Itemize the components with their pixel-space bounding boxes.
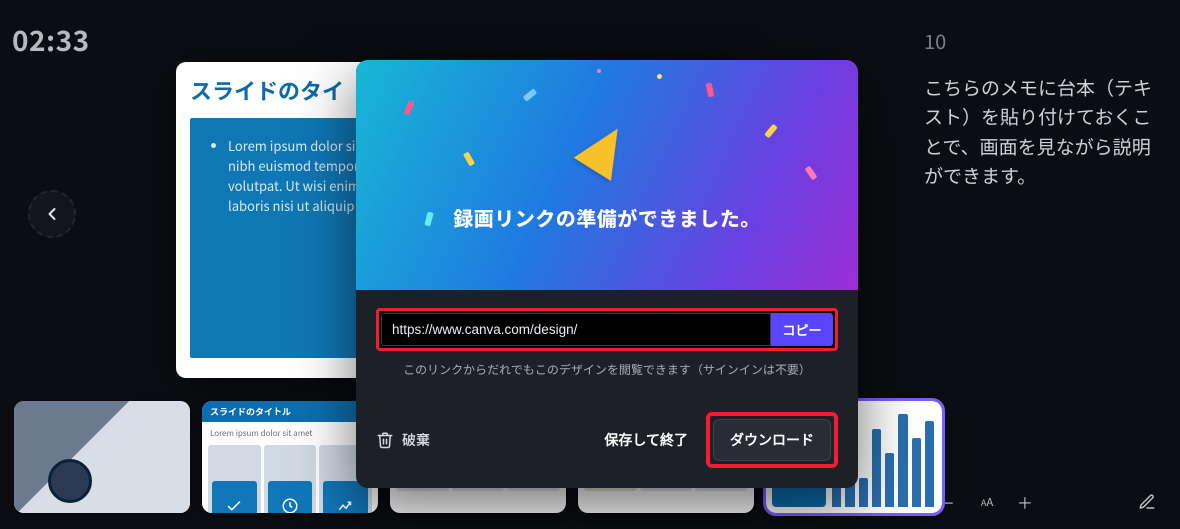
share-url-row: コピー	[376, 308, 838, 351]
thumb-title: スライドのタイトル	[202, 401, 378, 422]
notes-edit-controls	[1132, 487, 1162, 517]
font-decrease-button[interactable]: −	[934, 487, 964, 517]
slide-thumbnail[interactable]	[14, 401, 190, 513]
slide-number: 10	[924, 26, 1160, 55]
font-increase-button[interactable]: ＋	[1010, 487, 1040, 517]
download-highlight: ダウンロード	[706, 412, 838, 468]
prev-slide-button[interactable]	[28, 190, 76, 238]
speaker-notes-panel: 10 こちらのメモに台本（テキスト）を貼り付けておくことで、画面を見ながら説明が…	[924, 26, 1160, 191]
presenter-stage: 02:33 スライドのタイ Lorem ipsum dolor sit amet…	[0, 0, 1180, 529]
save-and-exit-button[interactable]: 保存して終了	[598, 420, 694, 460]
dialog-hero: 録画リンクの準備ができました。	[356, 60, 858, 290]
discard-label: 破棄	[402, 430, 430, 450]
trash-icon	[376, 431, 394, 449]
elapsed-timer: 02:33	[12, 20, 90, 60]
thumb-sub: Lorem ipsum dolor sit amet	[202, 422, 378, 445]
recording-link-dialog: 録画リンクの準備ができました。 コピー このリンクからだれでもこのデザインを閲覧…	[356, 60, 858, 488]
font-size-controls: − AA ＋	[934, 487, 1040, 517]
party-popper-icon	[577, 119, 637, 179]
copy-link-button[interactable]: コピー	[771, 313, 833, 346]
dialog-headline: 録画リンクの準備ができました。	[453, 203, 761, 232]
edit-notes-button[interactable]	[1132, 487, 1162, 517]
discard-button[interactable]: 破棄	[376, 430, 430, 450]
share-permission-note: このリンクからだれでもこのデザインを閲覧できます（サインインは不要）	[376, 361, 838, 378]
pencil-icon	[1138, 493, 1156, 511]
download-button[interactable]: ダウンロード	[713, 419, 831, 461]
share-url-input[interactable]	[381, 313, 771, 346]
chevron-left-icon	[42, 204, 62, 224]
slide-thumbnail[interactable]: スライドのタイトル Lorem ipsum dolor sit amet	[202, 401, 378, 513]
font-small-indicator: AA	[972, 487, 1002, 517]
speaker-notes-text: こちらのメモに台本（テキスト）を貼り付けておくことで、画面を見ながら説明ができま…	[924, 73, 1160, 191]
